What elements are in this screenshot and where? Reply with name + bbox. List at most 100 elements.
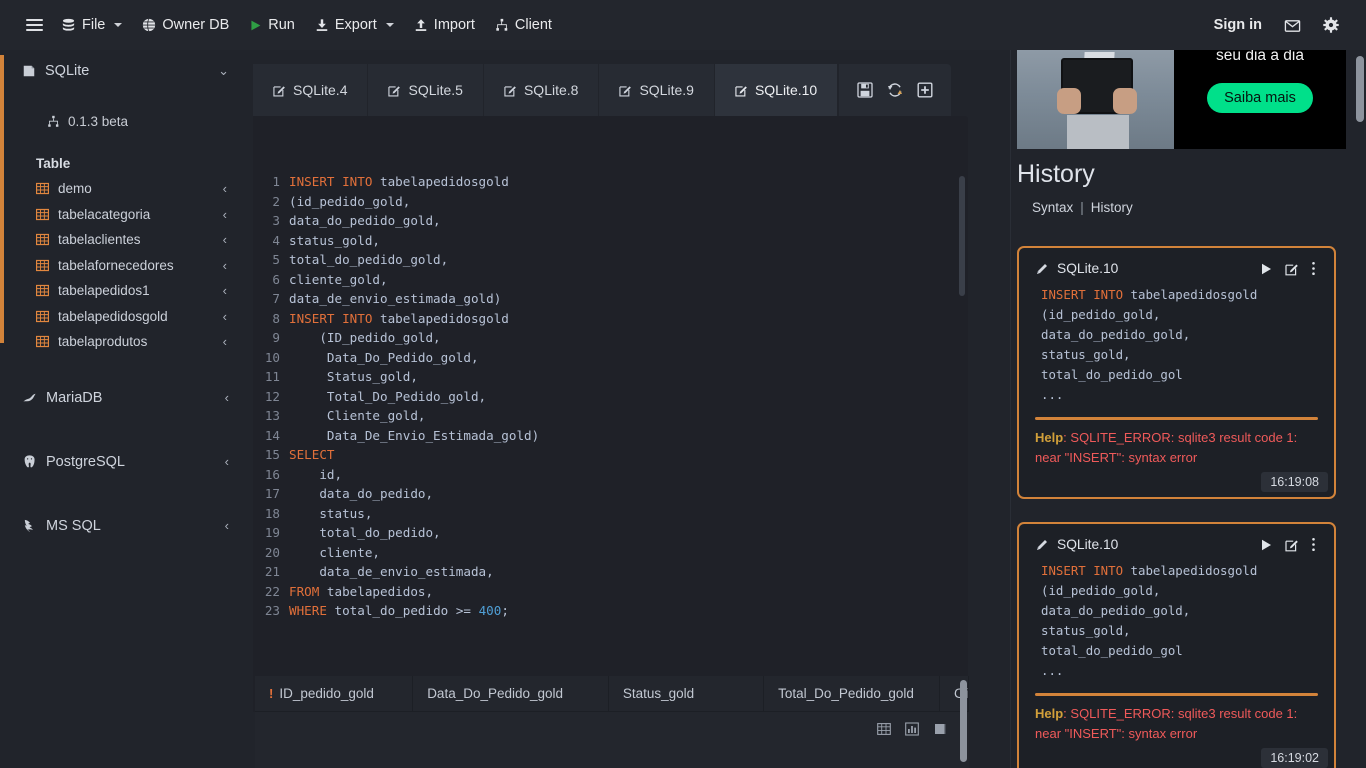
- results-column-data-do-pedido-gold[interactable]: Data_Do_Pedido_gold: [413, 676, 609, 711]
- book-view-icon[interactable]: [927, 718, 953, 740]
- tab-sqlite-8[interactable]: SQLite.8: [483, 64, 600, 116]
- import-button[interactable]: Import: [404, 11, 485, 39]
- tab-syntax[interactable]: Syntax: [1032, 200, 1073, 215]
- tab-sqlite-10[interactable]: SQLite.10: [714, 64, 839, 116]
- tab-history[interactable]: History: [1091, 200, 1133, 215]
- chevron-down-icon: [385, 23, 394, 27]
- tab-sqlite-9[interactable]: SQLite.9: [599, 64, 715, 116]
- mail-button[interactable]: [1275, 11, 1310, 40]
- sidebar-table-tabelacategoria[interactable]: tabelacategoria ‹: [0, 202, 243, 228]
- chevron-down-icon[interactable]: ⌄: [218, 63, 229, 79]
- line-text: SELECT: [289, 447, 335, 462]
- chevron-left-icon[interactable]: ‹: [223, 181, 227, 196]
- tab-sqlite-4[interactable]: SQLite.4: [253, 64, 369, 116]
- code-line[interactable]: 22 FROM tabelapedidos,: [253, 582, 968, 602]
- code-line[interactable]: 17 data_do_pedido,: [253, 484, 968, 504]
- sidebar-table-demo[interactable]: demo ‹: [0, 176, 243, 202]
- code-line[interactable]: 11 Status_gold,: [253, 367, 968, 387]
- client-button[interactable]: Client: [485, 11, 562, 39]
- sidebar-table-tabelaprodutos[interactable]: tabelaprodutos ‹: [0, 329, 243, 355]
- sidebar-item-mssql[interactable]: MS SQL ‹: [0, 505, 243, 547]
- sidebar-table-label: tabelaprodutos: [58, 334, 148, 350]
- results-column-id-pedido-gold[interactable]: ! ID_pedido_gold: [255, 676, 414, 711]
- sql-code-lines[interactable]: 1 INSERT INTO tabelapedidosgold 2 (id_pedid…: [253, 116, 968, 621]
- code-line[interactable]: 4 status_gold,: [253, 231, 968, 251]
- code-line[interactable]: 2 (id_pedido_gold,: [253, 192, 968, 212]
- chevron-left-icon[interactable]: ‹: [225, 454, 229, 469]
- tab-sqlite-5[interactable]: SQLite.5: [368, 64, 484, 116]
- code-line[interactable]: 8 INSERT INTO tabelapedidosgold: [253, 309, 968, 329]
- history-panel-scrollbar[interactable]: [1356, 56, 1364, 122]
- ad-cta-button[interactable]: Saiba mais: [1207, 83, 1313, 113]
- chevron-left-icon[interactable]: ‹: [223, 283, 227, 298]
- edit-icon[interactable]: [1283, 262, 1301, 276]
- export-button[interactable]: Export: [305, 11, 404, 39]
- history-card[interactable]: SQLite.10 INSERT INTO tabelapedidosgold …: [1017, 522, 1336, 768]
- line-number: 10: [264, 349, 280, 365]
- code-line[interactable]: 12 Total_Do_Pedido_gold,: [253, 387, 968, 407]
- code-line[interactable]: 20 cliente,: [253, 543, 968, 563]
- results-scrollbar[interactable]: [960, 680, 967, 762]
- code-line[interactable]: 7 data_de_envio_estimada_gold): [253, 289, 968, 309]
- grid-view-icon[interactable]: [871, 718, 897, 740]
- settings-button[interactable]: [1314, 11, 1348, 39]
- chevron-left-icon[interactable]: ‹: [223, 207, 227, 222]
- table-icon: [35, 335, 50, 348]
- owner-db-button[interactable]: Owner DB: [132, 11, 239, 39]
- sidebar-item-mariadb[interactable]: MariaDB ‹: [0, 377, 243, 419]
- sidebar-table-tabelafornecedores[interactable]: tabelafornecedores ‹: [0, 253, 243, 279]
- sidebar-table-label: tabelapedidos1: [58, 283, 150, 299]
- code-line[interactable]: 13 Cliente_gold,: [253, 406, 968, 426]
- chevron-left-icon[interactable]: ‹: [223, 258, 227, 273]
- sidebar-version-item[interactable]: 0.1.3 beta: [0, 106, 243, 136]
- more-vertical-icon[interactable]: [1309, 261, 1318, 276]
- sidebar-table-tabelaclientes[interactable]: tabelaclientes ‹: [0, 227, 243, 253]
- chevron-left-icon[interactable]: ‹: [223, 309, 227, 324]
- run-button[interactable]: Run: [239, 11, 305, 39]
- chevron-left-icon[interactable]: ‹: [225, 390, 229, 405]
- code-line[interactable]: 16 id,: [253, 465, 968, 485]
- chevron-left-icon[interactable]: ‹: [225, 518, 229, 533]
- play-icon[interactable]: [1257, 538, 1275, 552]
- code-line[interactable]: 6 cliente_gold,: [253, 270, 968, 290]
- chevron-down-icon: [114, 23, 123, 27]
- code-line[interactable]: 9 (ID_pedido_gold,: [253, 328, 968, 348]
- edit-icon: [388, 84, 401, 97]
- save-icon[interactable]: [857, 82, 873, 98]
- code-line[interactable]: 21 data_de_envio_estimada,: [253, 562, 968, 582]
- results-column-status-gold[interactable]: Status_gold: [609, 676, 765, 711]
- editor-scrollbar[interactable]: [959, 176, 965, 296]
- line-text: (ID_pedido_gold,: [289, 330, 441, 345]
- sidebar-table-label: tabelaclientes: [58, 232, 141, 248]
- code-line[interactable]: 18 status,: [253, 504, 968, 524]
- results-column-total-do-pedido-gold[interactable]: Total_Do_Pedido_gold: [764, 676, 940, 711]
- code-line[interactable]: 15 SELECT: [253, 445, 968, 465]
- code-line[interactable]: 10 Data_Do_Pedido_gold,: [253, 348, 968, 368]
- hamburger-menu-button[interactable]: [18, 13, 51, 37]
- play-icon[interactable]: [1257, 262, 1275, 276]
- more-vertical-icon[interactable]: [1309, 537, 1318, 552]
- refresh-icon[interactable]: [887, 82, 903, 98]
- add-tab-icon[interactable]: [917, 82, 933, 98]
- sql-code-editor[interactable]: 1 INSERT INTO tabelapedidosgold 2 (id_pedid…: [253, 116, 968, 712]
- advertisement-banner[interactable]: seu dia a dia Saiba mais: [1017, 50, 1346, 149]
- edit-icon[interactable]: [1283, 538, 1301, 552]
- chart-view-icon[interactable]: [899, 718, 925, 740]
- history-card[interactable]: SQLite.10 INSERT INTO tabelapedidosgold …: [1017, 246, 1336, 499]
- code-line[interactable]: 19 total_do_pedido,: [253, 523, 968, 543]
- code-line[interactable]: 5 total_do_pedido_gold,: [253, 250, 968, 270]
- sign-in-button[interactable]: Sign in: [1205, 11, 1271, 39]
- chevron-left-icon[interactable]: ‹: [223, 232, 227, 247]
- chevron-left-icon[interactable]: ‹: [223, 334, 227, 349]
- sidebar-table-tabelapedidos1[interactable]: tabelapedidos1 ‹: [0, 278, 243, 304]
- file-menu-button[interactable]: File: [51, 11, 132, 39]
- code-line[interactable]: 23 WHERE total_do_pedido >= 400;: [253, 601, 968, 621]
- sidebar-item-sqlite[interactable]: SQLite ⌄: [0, 50, 243, 92]
- database-icon: [61, 18, 76, 33]
- sidebar-item-postgresql[interactable]: PostgreSQL ‹: [0, 441, 243, 483]
- code-line[interactable]: 3 data_do_pedido_gold,: [253, 211, 968, 231]
- code-line[interactable]: 1 INSERT INTO tabelapedidosgold: [253, 172, 968, 192]
- code-line[interactable]: 14 Data_De_Envio_Estimada_gold): [253, 426, 968, 446]
- line-text: INSERT INTO tabelapedidosgold: [289, 310, 509, 326]
- sidebar-table-tabelapedidosgold[interactable]: tabelapedidosgold ‹: [0, 304, 243, 330]
